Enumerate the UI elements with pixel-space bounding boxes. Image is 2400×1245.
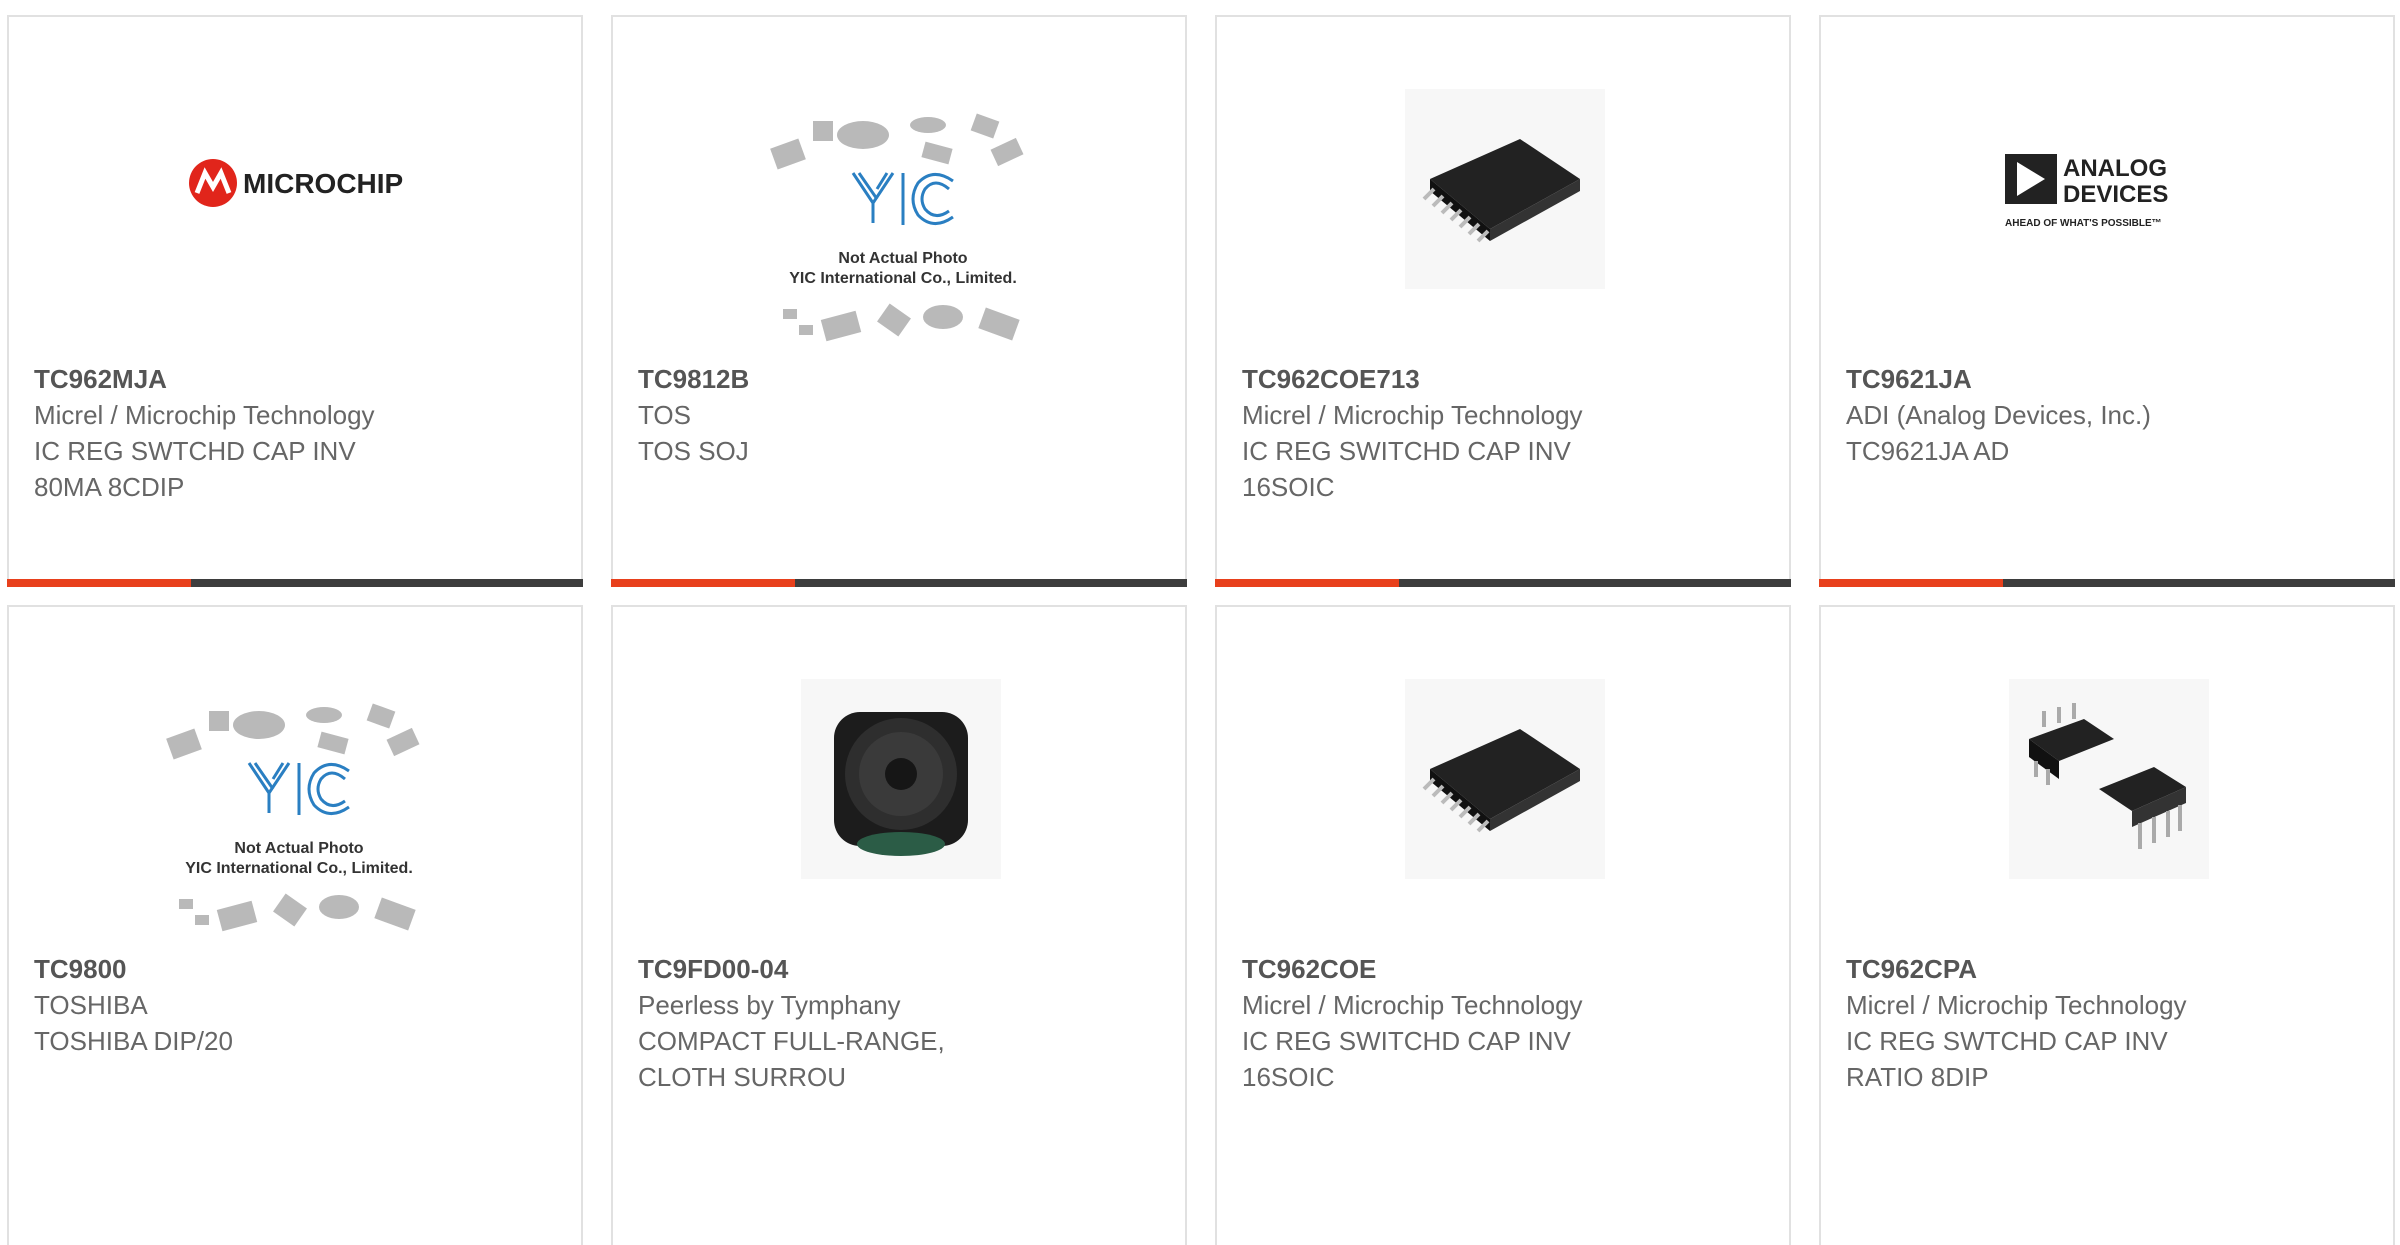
product-grid: MICROCHIP TC962MJA Micrel / Microchip Te…: [0, 0, 2400, 1245]
part-number[interactable]: TC962CPA: [1846, 951, 2366, 987]
manufacturer: TOS: [638, 400, 691, 430]
description-line-2: RATIO 8DIP: [1846, 1062, 1989, 1092]
svg-text:AHEAD OF WHAT'S POSSIBLE™: AHEAD OF WHAT'S POSSIBLE™: [2005, 218, 2162, 229]
product-card[interactable]: TC9FD00-04 Peerless by Tymphany COMPACT …: [611, 605, 1187, 1245]
soic-chip-photo: [1405, 89, 1605, 289]
manufacturer: Micrel / Microchip Technology: [1242, 990, 1583, 1020]
part-number[interactable]: TC9800: [34, 951, 554, 987]
svg-text:YIC International Co., Limited: YIC International Co., Limited.: [789, 270, 1017, 287]
product-card[interactable]: MICROCHIP TC962MJA Micrel / Microchip Te…: [7, 15, 583, 587]
svg-text:Not Actual Photo: Not Actual Photo: [838, 250, 967, 267]
manufacturer: Micrel / Microchip Technology: [1242, 400, 1583, 430]
description-line-1: TC9621JA AD: [1846, 436, 2010, 466]
description-line-1: COMPACT FULL-RANGE,: [638, 1026, 945, 1056]
dip-chip-photo: [2009, 679, 2209, 879]
description-line-1: IC REG SWTCHD CAP INV: [1846, 1026, 2168, 1056]
manufacturer: ADI (Analog Devices, Inc.): [1846, 400, 2151, 430]
description-line-2: CLOTH SURROU: [638, 1062, 847, 1092]
description-line-1: IC REG SWITCHD CAP INV: [1242, 436, 1571, 466]
description-line-1: IC REG SWTCHD CAP INV: [34, 436, 356, 466]
card-bottom-bar: [1819, 579, 2395, 587]
description-line-1: TOS SOJ: [638, 436, 749, 466]
part-number[interactable]: TC962COE713: [1242, 361, 1762, 397]
manufacturer: Micrel / Microchip Technology: [1846, 990, 2187, 1020]
svg-text:MICROCHIP: MICROCHIP: [243, 168, 403, 199]
svg-text:YIC International Co., Limited: YIC International Co., Limited.: [185, 860, 413, 877]
svg-text:DEVICES: DEVICES: [2063, 181, 2168, 208]
description-line-1: IC REG SWITCHD CAP INV: [1242, 1026, 1571, 1056]
analog-devices-logo: ANALOG DEVICES AHEAD OF WHAT'S POSSIBLE™: [1997, 145, 2217, 241]
manufacturer: TOSHIBA: [34, 990, 148, 1020]
svg-text:ANALOG: ANALOG: [2063, 155, 2167, 182]
product-card[interactable]: TC962CPA Micrel / Microchip Technology I…: [1819, 605, 2395, 1245]
product-card[interactable]: Not Actual Photo YIC International Co., …: [7, 605, 583, 1245]
product-card[interactable]: ANALOG DEVICES AHEAD OF WHAT'S POSSIBLE™…: [1819, 15, 2395, 587]
speaker-photo: [801, 679, 1001, 879]
part-number[interactable]: TC9812B: [638, 361, 1158, 397]
product-card[interactable]: TC962COE713 Micrel / Microchip Technolog…: [1215, 15, 1791, 587]
part-number[interactable]: TC9621JA: [1846, 361, 2366, 397]
description-line-2: 80MA 8CDIP: [34, 472, 185, 502]
svg-text:Not Actual Photo: Not Actual Photo: [234, 840, 363, 857]
part-number[interactable]: TC962COE: [1242, 951, 1762, 987]
card-bottom-bar: [7, 579, 583, 587]
description-line-2: 16SOIC: [1242, 1062, 1335, 1092]
part-number[interactable]: TC9FD00-04: [638, 951, 1158, 987]
part-number[interactable]: TC962MJA: [34, 361, 554, 397]
soic-chip-photo: [1405, 679, 1605, 879]
product-card[interactable]: TC962COE Micrel / Microchip Technology I…: [1215, 605, 1791, 1245]
description-line-1: TOSHIBA DIP/20: [34, 1026, 233, 1056]
yic-placeholder-image: Not Actual Photo YIC International Co., …: [159, 693, 439, 953]
product-card[interactable]: Not Actual Photo YIC International Co., …: [611, 15, 1187, 587]
manufacturer: Peerless by Tymphany: [638, 990, 901, 1020]
manufacturer: Micrel / Microchip Technology: [34, 400, 375, 430]
card-bottom-bar: [611, 579, 1187, 587]
description-line-2: 16SOIC: [1242, 472, 1335, 502]
yic-placeholder-image: Not Actual Photo YIC International Co., …: [763, 103, 1043, 363]
microchip-logo: MICROCHIP: [165, 83, 429, 283]
card-bottom-bar: [1215, 579, 1791, 587]
